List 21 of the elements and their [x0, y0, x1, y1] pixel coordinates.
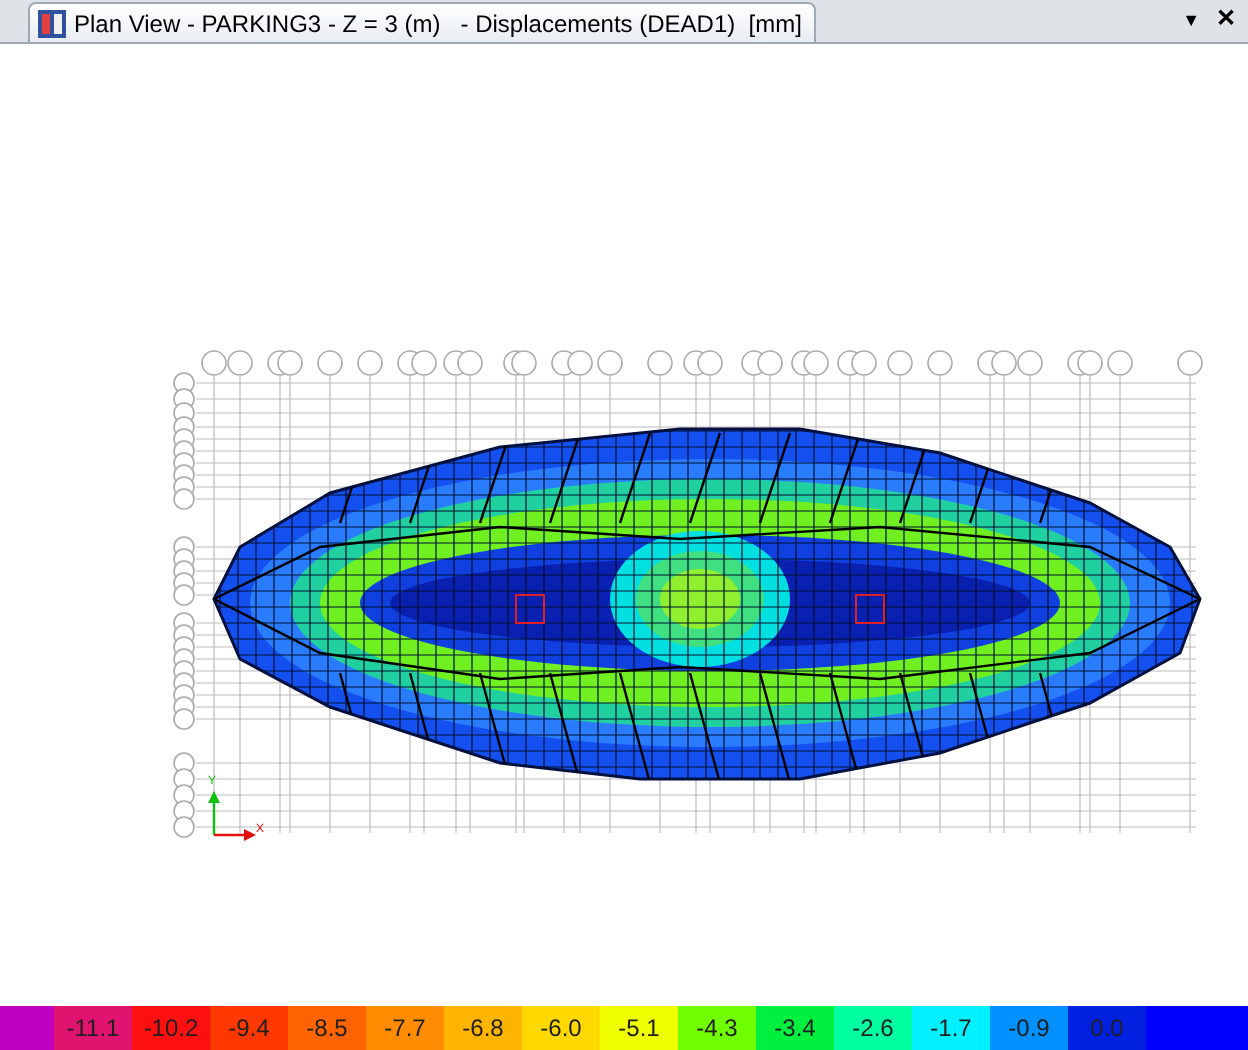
legend-value: 0.0: [1090, 1012, 1124, 1046]
app-icon: [38, 9, 66, 37]
legend-value: -7.7: [384, 1012, 426, 1046]
document-tab[interactable]: Plan View - PARKING3 - Z = 3 (m) - Displacements (DEAD1) [mm]: [28, 2, 816, 42]
legend-value: -1.7: [930, 1012, 972, 1046]
legend-value: -11.1: [66, 1012, 120, 1046]
legend-value: -6.0: [540, 1012, 582, 1046]
legend-value: -2.6: [852, 1012, 894, 1046]
legend-value: -8.5: [306, 1012, 348, 1046]
legend-value: -10.2: [143, 1012, 199, 1046]
legend-value: -5.1: [618, 1012, 660, 1046]
legend-value: -4.3: [696, 1012, 738, 1046]
legend-value: -6.8: [462, 1012, 504, 1046]
legend-value: -3.4: [774, 1012, 816, 1046]
x-axis-arrow: [214, 829, 256, 841]
legend-value: -0.9: [1008, 1012, 1050, 1046]
close-icon[interactable]: ✕: [1216, 0, 1236, 36]
menu-dropdown-icon[interactable]: ▼: [1182, 7, 1200, 34]
y-axis-arrow: [208, 791, 220, 835]
legend-value: -9.4: [228, 1012, 270, 1046]
window-title: Plan View - PARKING3 - Z = 3 (m) - Displacements (DEAD1) [mm]: [74, 7, 802, 41]
